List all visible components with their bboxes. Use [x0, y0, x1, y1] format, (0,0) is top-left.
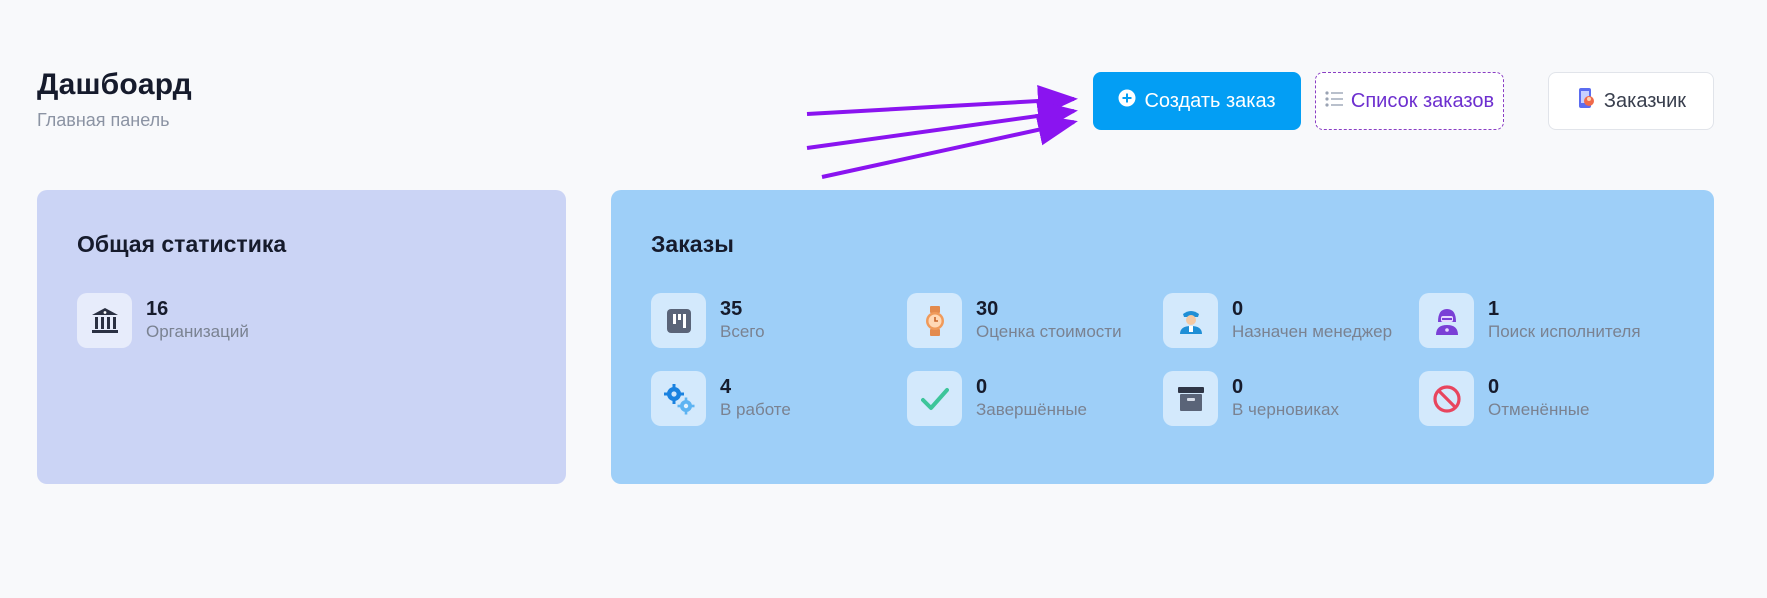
stat-label: Организаций — [146, 322, 249, 341]
arrow-3 — [821, 114, 1078, 179]
stat-label: Поиск исполнителя — [1488, 322, 1641, 341]
general-stats-title: Общая статистика — [77, 231, 287, 257]
customer-icon — [1576, 87, 1596, 115]
stat-executor-search: 1 Поиск исполнителя — [1419, 293, 1641, 348]
page-subtitle: Главная панель — [37, 110, 170, 130]
stat-value: 4 — [720, 376, 732, 398]
create-order-label: Создать заказ — [1144, 89, 1276, 112]
orders-card: Заказы 35 Всего 30 Оценка стоимости 0 На… — [611, 190, 1714, 484]
stat-label: В черновиках — [1232, 400, 1339, 419]
page-title: Дашбоард — [37, 68, 192, 101]
general-stats-card: Общая статистика 16 Организаций — [37, 190, 566, 484]
manager-icon — [1163, 293, 1218, 348]
stat-value: 1 — [1488, 298, 1500, 320]
stat-completed: 0 Завершённые — [907, 371, 1087, 426]
plus-circle-icon — [1118, 89, 1136, 113]
stat-cancelled: 0 Отменённые — [1419, 371, 1589, 426]
stat-label: Всего — [720, 322, 765, 341]
stat-label: Оценка стоимости — [976, 322, 1122, 341]
stat-label: В работе — [720, 400, 791, 419]
stat-label: Завершённые — [976, 400, 1088, 419]
arrow-2 — [806, 100, 1078, 150]
stat-manager-assigned: 0 Назначен менеджер — [1163, 293, 1392, 348]
hooded-user-icon — [1419, 293, 1474, 348]
order-list-label: Список заказов — [1350, 89, 1495, 112]
order-list-button[interactable]: Список заказов — [1315, 72, 1504, 130]
list-icon — [1325, 90, 1343, 113]
stat-total: 35 Всего — [651, 293, 765, 348]
stat-organizations: 16 Организаций — [77, 293, 249, 348]
bank-icon — [77, 293, 132, 348]
stat-value: 0 — [1232, 298, 1244, 320]
checkmark-icon — [907, 371, 962, 426]
stat-cost-estimate: 30 Оценка стоимости — [907, 293, 1122, 348]
board-icon — [651, 293, 706, 348]
stat-value: 0 — [976, 376, 988, 398]
orders-title: Заказы — [651, 231, 734, 257]
stat-drafts: 0 В черновиках — [1163, 371, 1339, 426]
watch-icon — [907, 293, 962, 348]
stat-label: Отменённые — [1488, 400, 1590, 419]
stat-value: 30 — [976, 298, 999, 320]
arrow-1 — [806, 85, 1078, 117]
customer-label: Заказчик — [1603, 89, 1687, 112]
stat-value: 0 — [1488, 376, 1500, 398]
archive-box-icon — [1163, 371, 1218, 426]
stat-label: Назначен менеджер — [1232, 322, 1393, 341]
stat-value: 0 — [1232, 376, 1244, 398]
create-order-button[interactable]: Создать заказ — [1093, 72, 1301, 130]
customer-button[interactable]: Заказчик — [1548, 72, 1714, 130]
stat-value: 16 — [146, 298, 169, 320]
prohibited-icon — [1419, 371, 1474, 426]
stat-value: 35 — [720, 298, 743, 320]
stat-in-progress: 4 В работе — [651, 371, 791, 426]
gears-icon — [651, 371, 706, 426]
